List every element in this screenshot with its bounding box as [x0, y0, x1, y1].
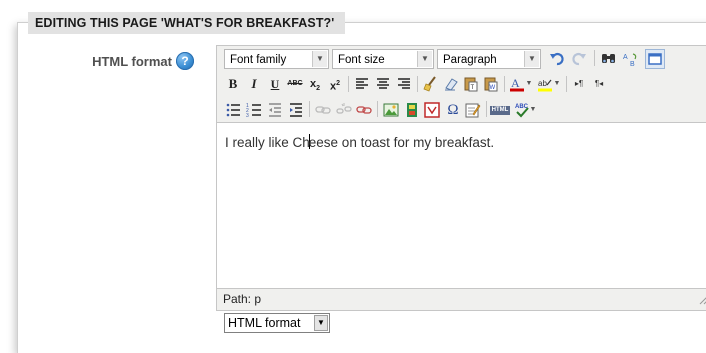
emoticon-icon[interactable]	[422, 100, 442, 120]
subscript-icon[interactable]: x2	[305, 74, 325, 94]
cleanup-icon[interactable]	[421, 74, 441, 94]
chevron-down-icon[interactable]: ▼	[524, 74, 534, 94]
toolbar-row-2: B I U ABC x2 x2 T W A ▼ ab ▼ ▸¶ ¶◂	[217, 72, 706, 98]
font-family-select[interactable]: Font family ▼	[224, 49, 329, 69]
align-right-icon[interactable]	[394, 74, 414, 94]
element-path: Path: p	[223, 292, 262, 306]
toolbar-separator	[594, 50, 595, 66]
font-size-select[interactable]: Font size ▼	[332, 49, 434, 69]
html-source-icon[interactable]: HTML	[489, 100, 511, 120]
toolbar-separator	[417, 76, 418, 92]
rtl-icon[interactable]: ¶◂	[589, 74, 609, 94]
toolbar-separator	[566, 76, 567, 92]
font-size-value: Font size	[338, 54, 385, 66]
text-format-select[interactable]: HTML format ▼	[224, 313, 330, 333]
toolbar-separator	[486, 101, 487, 117]
image-icon[interactable]	[381, 100, 401, 120]
bold-icon[interactable]: B	[223, 74, 243, 94]
replace-icon[interactable]: AB	[621, 49, 641, 69]
svg-text:T: T	[471, 85, 475, 91]
content-text-before-caret: I really like Ch	[225, 135, 310, 150]
chevron-down-icon: ▼	[312, 51, 327, 67]
svg-text:W: W	[490, 85, 496, 91]
numbered-list-icon[interactable]: 123	[244, 100, 264, 120]
paste-word-icon[interactable]: W	[481, 74, 501, 94]
indent-icon[interactable]	[286, 100, 306, 120]
svg-text:ab: ab	[538, 79, 547, 88]
unlink-icon[interactable]	[334, 100, 354, 120]
svg-text:A: A	[623, 54, 628, 61]
outdent-icon[interactable]	[265, 100, 285, 120]
paste-text-icon[interactable]: T	[461, 74, 481, 94]
chevron-down-icon: ▼	[314, 315, 328, 331]
html-editor: Font family ▼ Font size ▼ Paragraph ▼ AB…	[216, 45, 706, 311]
chevron-down-icon[interactable]: ▼	[528, 100, 538, 120]
align-left-icon[interactable]	[352, 74, 372, 94]
remove-format-icon[interactable]	[441, 74, 461, 94]
help-icon[interactable]: ?	[176, 52, 194, 70]
toolbar-separator	[504, 76, 505, 92]
edit-html-icon[interactable]	[463, 100, 483, 120]
svg-text:3: 3	[246, 113, 249, 118]
chevron-down-icon: ▼	[417, 51, 432, 67]
content-text-after-caret: eese on toast for my breakfast.	[308, 135, 495, 150]
chevron-down-icon[interactable]: ▼	[552, 74, 562, 94]
anchor-icon[interactable]	[354, 100, 374, 120]
font-family-value: Font family	[230, 54, 287, 66]
field-label: HTML format	[92, 54, 172, 69]
fieldset-legend: EDITING THIS PAGE 'WHAT'S FOR BREAKFAST?…	[28, 12, 346, 34]
special-char-icon[interactable]: Ω	[443, 100, 463, 120]
toolbar-row-1: Font family ▼ Font size ▼ Paragraph ▼ AB	[217, 46, 706, 72]
block-format-value: Paragraph	[443, 54, 497, 66]
undo-icon[interactable]	[547, 49, 567, 69]
ltr-icon[interactable]: ▸¶	[569, 74, 589, 94]
bullet-list-icon[interactable]	[223, 100, 243, 120]
toolbar-separator	[309, 101, 310, 117]
chevron-down-icon: ▼	[524, 51, 539, 67]
toolbar-separator	[348, 76, 349, 92]
superscript-icon[interactable]: x2	[325, 74, 345, 94]
italic-icon[interactable]: I	[244, 74, 264, 94]
toolbar-separator	[377, 101, 378, 117]
editor-statusbar: Path: p	[217, 288, 706, 310]
media-icon[interactable]	[402, 100, 422, 120]
find-icon[interactable]	[599, 49, 619, 69]
block-format-select[interactable]: Paragraph ▼	[437, 49, 541, 69]
underline-icon[interactable]: U	[265, 74, 285, 94]
text-format-value: HTML format	[228, 316, 301, 330]
editor-content-area[interactable]: I really like Cheese on toast for my bre…	[217, 122, 706, 289]
align-center-icon[interactable]	[373, 74, 393, 94]
link-icon[interactable]	[313, 100, 333, 120]
svg-text:A: A	[511, 76, 520, 90]
fullscreen-icon[interactable]	[645, 49, 665, 69]
editor-content-text[interactable]: I really like Cheese on toast for my bre…	[225, 134, 494, 150]
toolbar-row-3: 123 Ω HTML ABC ▼	[217, 97, 706, 123]
resize-grip-icon[interactable]	[698, 294, 706, 305]
redo-icon[interactable]	[569, 49, 589, 69]
svg-text:B: B	[630, 61, 635, 67]
strikethrough-icon[interactable]: ABC	[285, 74, 305, 94]
